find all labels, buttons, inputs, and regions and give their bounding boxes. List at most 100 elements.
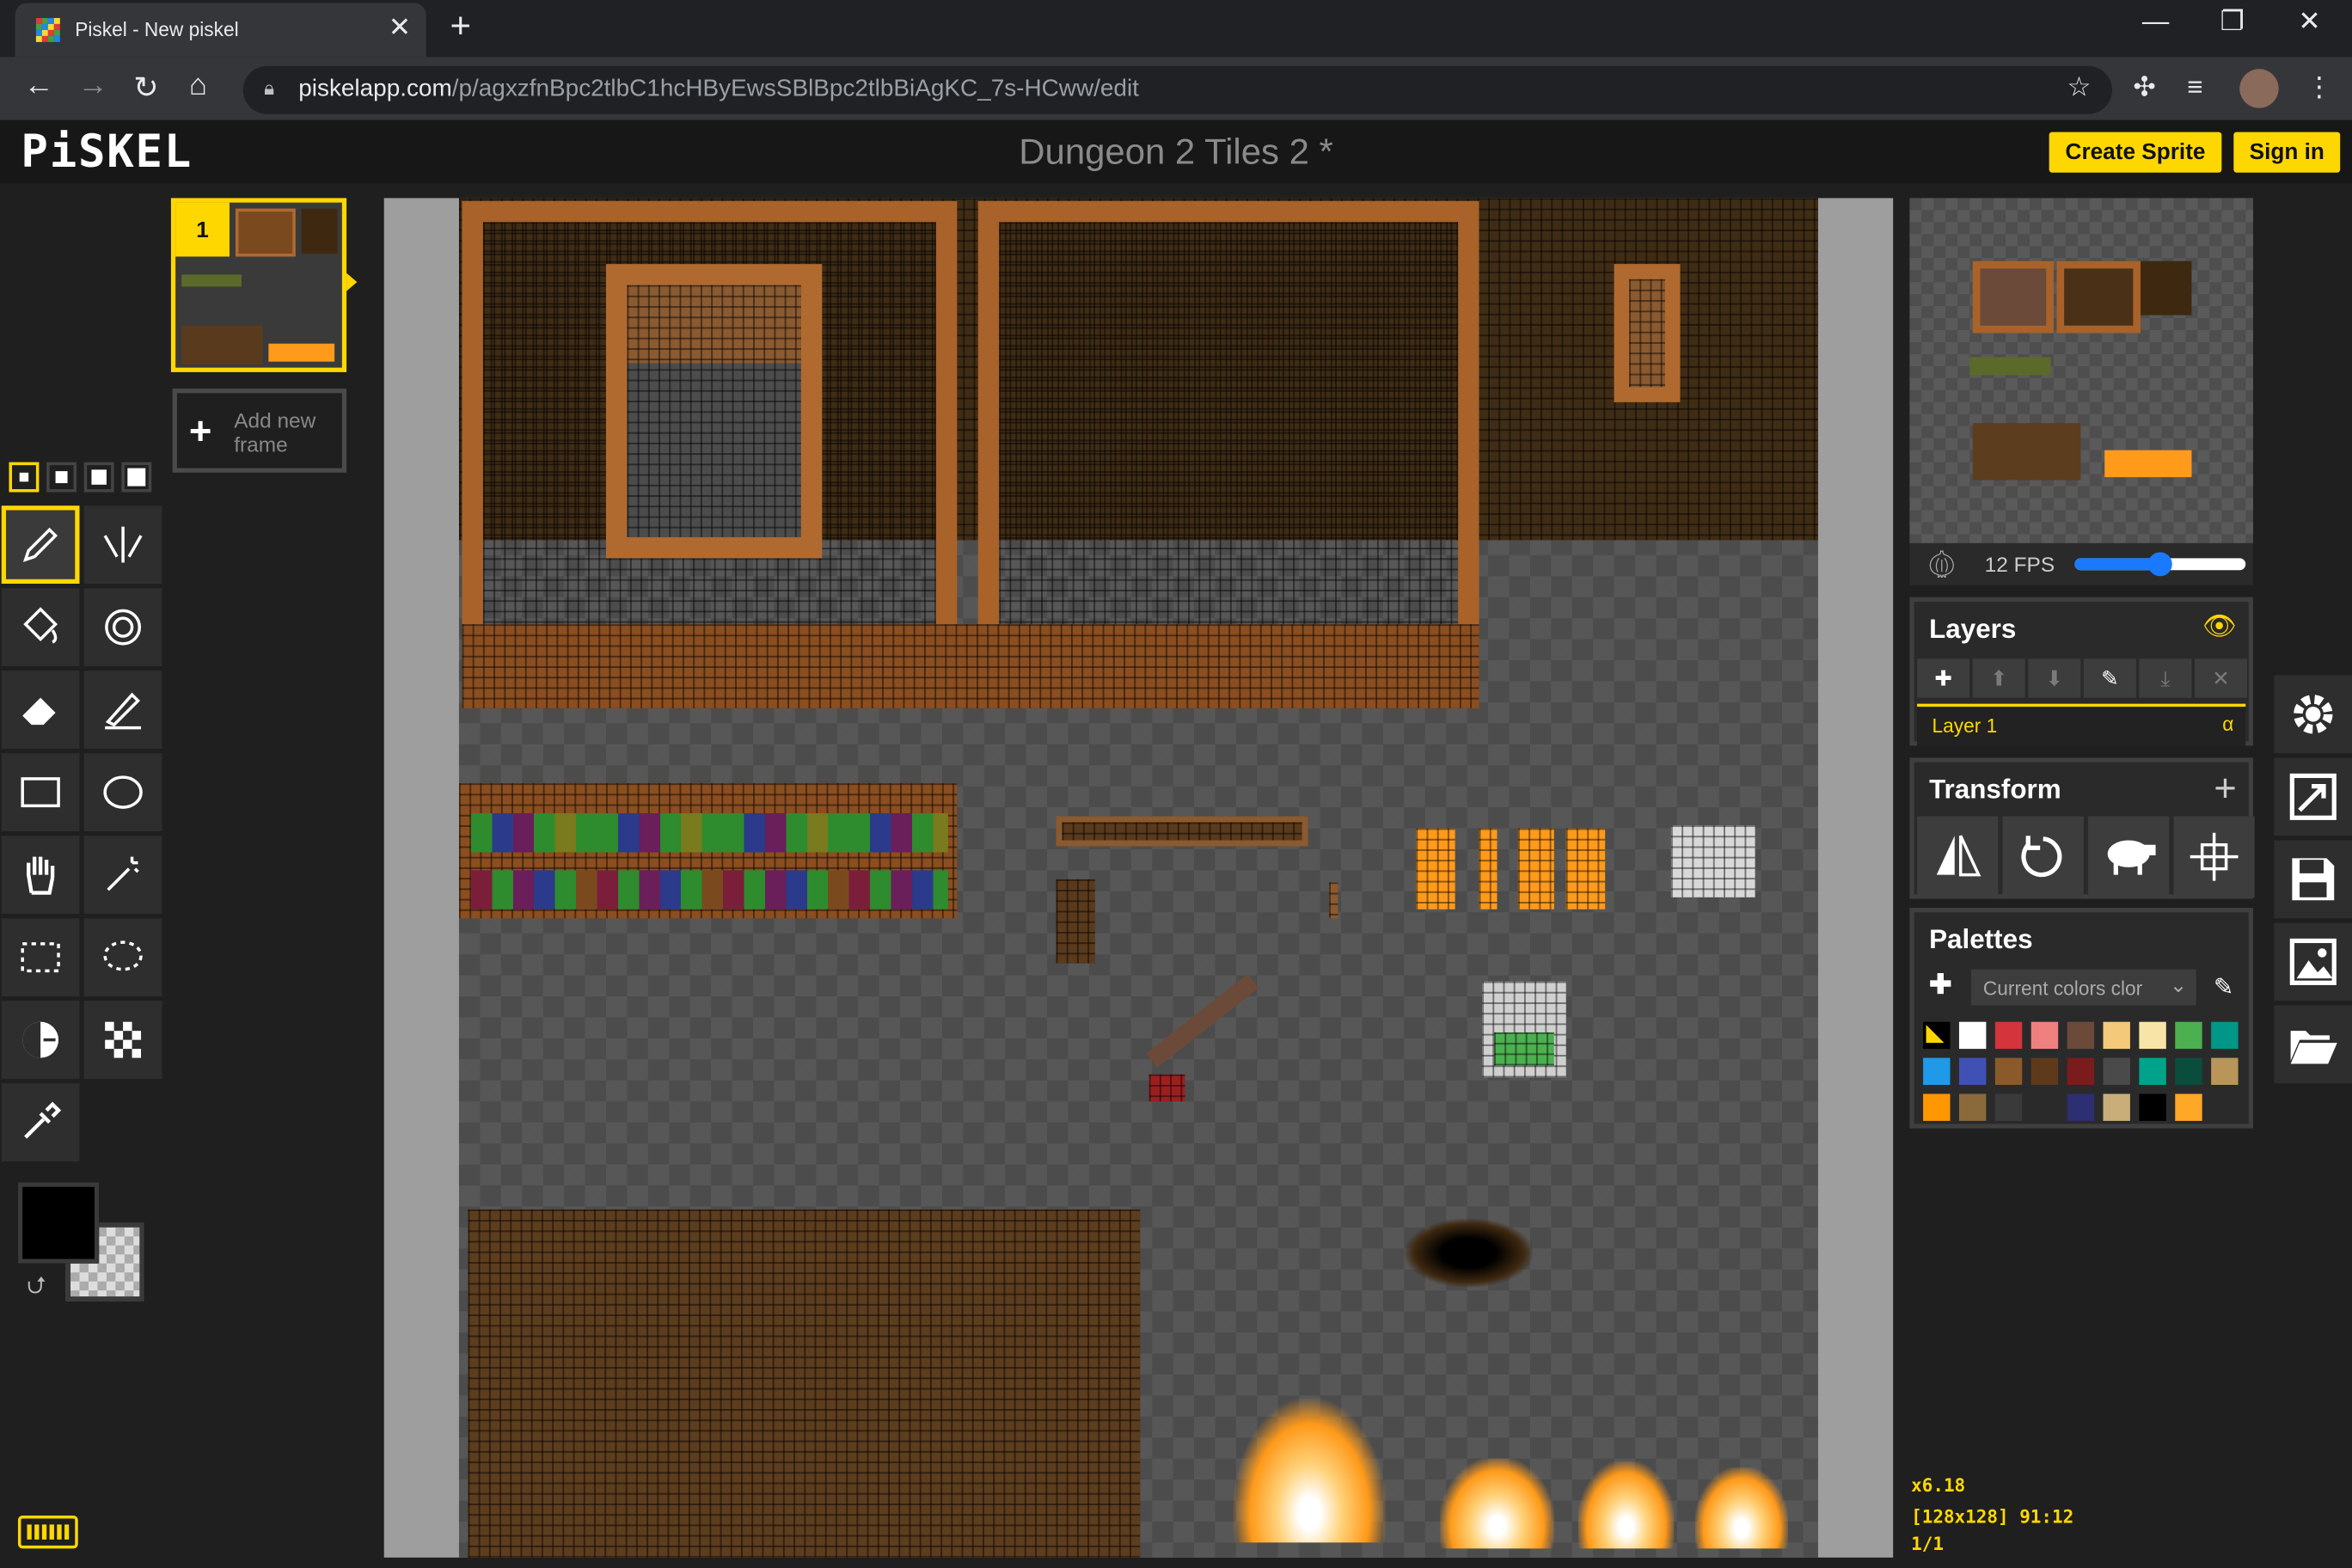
floppy-disk-icon — [2292, 858, 2335, 901]
palette-color-swatch[interactable] — [2067, 1021, 2095, 1050]
eraser-tool[interactable] — [1, 671, 80, 750]
palette-color-swatch[interactable] — [1958, 1057, 1987, 1085]
add-new-frame-button[interactable]: + Add new frame — [172, 389, 347, 473]
bookmark-star-icon[interactable]: ☆ — [2067, 72, 2091, 104]
layer-row[interactable]: Layer 1 α — [1917, 703, 2246, 746]
merge-layer-button[interactable]: ⤓ — [2139, 658, 2192, 698]
rectangle-selection-tool[interactable] — [1, 918, 80, 997]
move-tool[interactable] — [1, 836, 80, 915]
restore-window-button[interactable]: ❐ — [2220, 6, 2245, 38]
primary-color-swatch[interactable] — [17, 1182, 100, 1264]
align-center-icon — [2190, 832, 2239, 881]
palette-color-swatch[interactable] — [2030, 1021, 2059, 1050]
resize-button[interactable] — [2274, 757, 2352, 836]
palette-color-swatch[interactable] — [1923, 1057, 1951, 1085]
profile-avatar[interactable] — [2239, 69, 2279, 108]
move-layer-up-button[interactable]: ⬆ — [1972, 658, 2025, 698]
edit-palette-icon[interactable]: ✎ — [2214, 972, 2233, 1002]
drawing-canvas[interactable] — [458, 198, 1818, 1558]
add-palette-button[interactable]: ✚ — [1929, 970, 1951, 1001]
paint-same-color-tool[interactable] — [83, 588, 162, 667]
stroke-tool[interactable] — [83, 671, 162, 750]
animation-preview[interactable] — [1909, 198, 2253, 543]
sign-in-button[interactable]: Sign in — [2233, 132, 2341, 173]
minimize-window-button[interactable]: — — [2142, 6, 2169, 38]
url-host: piskelapp.com — [298, 77, 452, 102]
pen-size-2[interactable] — [46, 462, 77, 493]
new-tab-button[interactable]: + — [450, 6, 471, 48]
palette-color-swatch[interactable] — [2030, 1057, 2059, 1085]
rename-layer-button[interactable]: ✎ — [2083, 658, 2136, 698]
settings-button[interactable] — [2274, 675, 2352, 754]
browser-tab[interactable]: Piskel - New piskel ✕ — [15, 3, 426, 58]
clone-sheep-button[interactable] — [2088, 816, 2170, 897]
palette-color-swatch[interactable] — [1994, 1021, 2023, 1050]
palette-color-swatch[interactable] — [1994, 1057, 2023, 1085]
forward-button[interactable]: → — [78, 69, 108, 103]
pen-size-3[interactable] — [83, 462, 114, 493]
import-button[interactable] — [2274, 1005, 2352, 1084]
circle-tool[interactable] — [83, 753, 162, 832]
address-bar[interactable]: 🔒︎ piskelapp.com/p/agxzfnBpc2tlbC1hcHByE… — [242, 65, 2112, 114]
palette-color-swatch[interactable] — [2139, 1021, 2166, 1050]
color-picker-tool[interactable] — [1, 1083, 80, 1162]
rotate-button[interactable] — [2002, 816, 2084, 897]
move-layer-down-button[interactable]: ⬇ — [2028, 658, 2081, 698]
palette-color-swatch[interactable] — [2211, 1021, 2239, 1050]
palette-color-swatch[interactable] — [2067, 1057, 2095, 1085]
keyboard-shortcuts-icon[interactable] — [17, 1515, 78, 1549]
palette-color-swatch[interactable] — [2030, 1093, 2059, 1121]
media-queue-icon[interactable]: ≡ — [2187, 72, 2202, 104]
swap-colors-icon[interactable]: ⮍ — [27, 1270, 46, 1310]
fps-slider[interactable] — [2074, 552, 2246, 577]
back-button[interactable]: ← — [24, 69, 54, 103]
transform-expand-icon[interactable]: + — [2214, 765, 2237, 812]
fps-slider-knob[interactable] — [2147, 552, 2172, 577]
close-window-button[interactable]: ✕ — [2298, 6, 2320, 38]
add-layer-button[interactable]: ✚ — [1917, 658, 1970, 698]
close-tab-icon[interactable]: ✕ — [389, 12, 411, 44]
palette-color-swatch[interactable] — [2067, 1093, 2095, 1121]
paint-bucket-tool[interactable] — [1, 588, 80, 667]
pen-tool[interactable] — [1, 505, 80, 584]
palette-color-swatch[interactable] — [2175, 1021, 2202, 1050]
rectangle-tool[interactable] — [1, 753, 80, 832]
pen-size-4[interactable] — [121, 462, 152, 493]
vertical-mirror-pen-tool[interactable] — [83, 505, 162, 584]
palette-color-swatch[interactable] — [2103, 1057, 2130, 1085]
extensions-puzzle-icon[interactable]: ✣ — [2133, 72, 2155, 104]
palette-color-swatch[interactable] — [2175, 1057, 2202, 1085]
shape-selection-tool[interactable] — [83, 836, 162, 915]
flip-button[interactable] — [1917, 816, 1999, 897]
onion-skin-icon[interactable]: 🧅︎ — [1925, 549, 1959, 581]
palette-color-swatch[interactable] — [2211, 1057, 2239, 1085]
palette-color-swatch[interactable] — [2139, 1057, 2166, 1085]
layer-alpha[interactable]: α — [2222, 713, 2233, 735]
palette-cursor-swatch[interactable] — [1923, 1021, 1951, 1050]
palette-select[interactable]: Current colors clor ⌄ — [1970, 969, 2196, 1006]
dithering-tool[interactable] — [83, 1001, 162, 1080]
lighten-tool[interactable] — [1, 1001, 80, 1080]
save-button[interactable] — [2274, 840, 2352, 919]
browser-menu-icon[interactable]: ⋮ — [2306, 72, 2332, 104]
palette-color-swatch[interactable] — [2103, 1093, 2130, 1121]
create-sprite-button[interactable]: Create Sprite — [2049, 132, 2222, 173]
home-button[interactable]: ⌂ — [189, 69, 207, 103]
delete-layer-button[interactable]: ✕ — [2194, 658, 2248, 698]
frame-thumbnail[interactable]: 1 — [170, 198, 347, 372]
palette-color-swatch[interactable] — [2103, 1021, 2130, 1050]
torch-1 — [1416, 828, 1455, 910]
eye-icon[interactable]: 👁︎ — [2202, 610, 2237, 642]
palette-color-swatch[interactable] — [1923, 1093, 1951, 1121]
palette-color-swatch[interactable] — [1958, 1093, 1987, 1121]
lasso-selection-tool[interactable] — [83, 918, 162, 997]
pen-size-1[interactable] — [9, 462, 40, 493]
center-align-button[interactable] — [2173, 816, 2255, 897]
palette-color-swatch[interactable] — [1994, 1093, 2023, 1121]
palette-color-swatch[interactable] — [1958, 1021, 1987, 1050]
palette-color-swatch[interactable] — [2139, 1093, 2166, 1121]
export-button[interactable] — [2274, 922, 2352, 1001]
open-folder-icon — [2290, 1031, 2337, 1064]
reload-button[interactable]: ↻ — [133, 69, 158, 107]
palette-color-swatch[interactable] — [2175, 1093, 2202, 1121]
